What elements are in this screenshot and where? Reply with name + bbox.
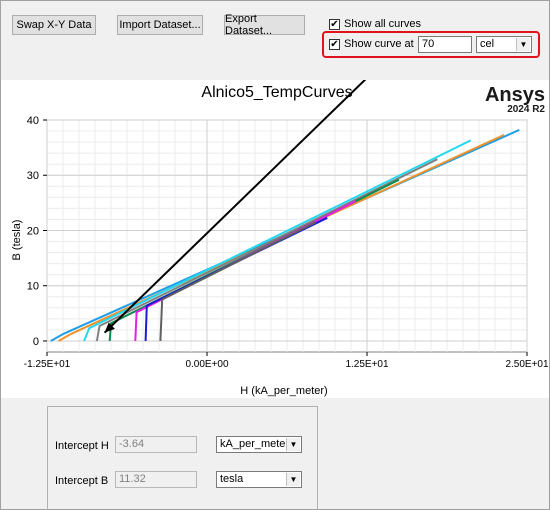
intercept-h-unit-value: kA_per_meter: [220, 438, 290, 450]
brand-version: 2024 R2: [507, 104, 545, 115]
show-all-curves-checkbox[interactable]: ✔: [329, 19, 340, 30]
x-axis-label: H (kA_per_meter): [240, 385, 327, 397]
curve-at-unit-value: cel: [480, 38, 495, 50]
intercept-h-unit-select[interactable]: kA_per_meter ▼: [216, 436, 302, 453]
swap-xy-button[interactable]: Swap X-Y Data: [12, 15, 96, 35]
chevron-down-icon: ▼: [286, 473, 300, 486]
chart-title: Alnico5_TempCurves: [201, 84, 352, 101]
curve-at-unit-select[interactable]: cel ▼: [476, 36, 532, 53]
y-tick-label: 0: [33, 336, 39, 348]
import-dataset-button[interactable]: Import Dataset...: [117, 15, 203, 35]
chevron-down-icon: ▼: [516, 38, 530, 51]
bh-curve-chart: Alnico5_TempCurves Ansys 2024 R2 -1.25E+…: [11, 58, 549, 397]
y-tick-label: 10: [27, 281, 39, 293]
intercept-b-unit-value: tesla: [220, 473, 244, 485]
brand-name: Ansys: [485, 84, 545, 106]
export-dataset-button[interactable]: Export Dataset...: [224, 13, 305, 37]
x-tick-label: -1.25E+01: [24, 359, 71, 370]
show-curve-at-label: Show curve at: [344, 38, 414, 50]
intercept-panel: [47, 406, 318, 510]
intercept-b-unit-select[interactable]: tesla ▼: [216, 471, 302, 488]
y-tick-label: 20: [27, 225, 39, 237]
intercept-b-field: 11.32: [115, 471, 197, 488]
curve-at-value-input[interactable]: 70: [418, 36, 472, 53]
y-tick-label: 40: [27, 115, 39, 127]
y-axis-label: B (tesla): [11, 220, 23, 261]
x-tick-label: 2.50E+01: [505, 359, 549, 370]
show-curve-at-checkbox[interactable]: ✔: [329, 39, 340, 50]
intercept-h-label: Intercept H: [55, 440, 109, 452]
chevron-down-icon: ▼: [286, 438, 300, 451]
intercept-h-field: -3.64: [115, 436, 197, 453]
show-all-curves-label: Show all curves: [344, 18, 422, 30]
x-tick-label: 0.00E+00: [185, 359, 229, 370]
intercept-b-label: Intercept B: [55, 475, 109, 487]
x-tick-label: 1.25E+01: [345, 359, 389, 370]
plot-panel: Alnico5_TempCurves Ansys 2024 R2 -1.25E+…: [1, 58, 549, 398]
y-tick-label: 30: [27, 170, 39, 182]
